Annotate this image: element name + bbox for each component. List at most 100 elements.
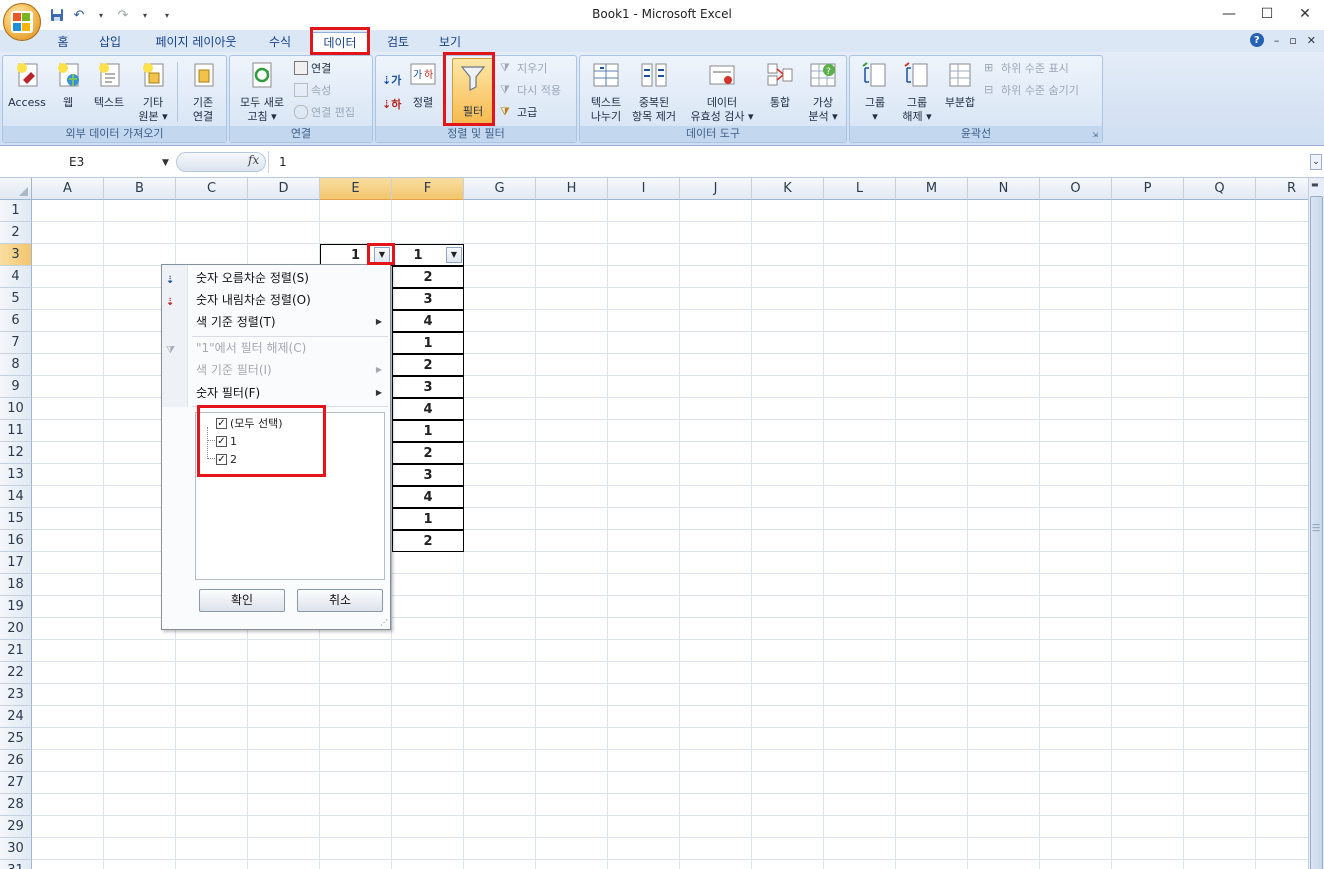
cell[interactable] xyxy=(320,728,392,750)
cell[interactable] xyxy=(680,332,752,354)
cell[interactable] xyxy=(464,838,536,860)
cell[interactable] xyxy=(752,266,824,288)
cell[interactable] xyxy=(1040,398,1112,420)
row-header-19[interactable]: 19 xyxy=(0,596,32,618)
ribbon-restore-icon[interactable]: ▫ xyxy=(1289,34,1296,47)
cell[interactable] xyxy=(464,266,536,288)
row-header-1[interactable]: 1 xyxy=(0,200,32,222)
cell[interactable] xyxy=(1184,838,1256,860)
cell[interactable] xyxy=(680,750,752,772)
row-header-16[interactable]: 16 xyxy=(0,530,32,552)
row-header-31[interactable]: 31 xyxy=(0,860,32,869)
cell[interactable] xyxy=(824,728,896,750)
cell[interactable] xyxy=(248,772,320,794)
cell-f14[interactable]: 4 xyxy=(392,486,464,508)
cell[interactable] xyxy=(896,244,968,266)
remove-duplicates-button[interactable]: 중복된 항목 제거 xyxy=(626,60,682,124)
cell[interactable] xyxy=(968,376,1040,398)
cell[interactable] xyxy=(464,486,536,508)
cell[interactable] xyxy=(608,508,680,530)
other-sources-button[interactable]: 기타 원본 ▾ xyxy=(133,60,173,124)
row-header-2[interactable]: 2 xyxy=(0,222,32,244)
cell[interactable] xyxy=(536,816,608,838)
cell[interactable] xyxy=(896,552,968,574)
cell[interactable] xyxy=(32,772,104,794)
cell[interactable] xyxy=(32,596,104,618)
cell[interactable] xyxy=(464,530,536,552)
cell[interactable] xyxy=(1184,816,1256,838)
cell[interactable] xyxy=(752,354,824,376)
cell[interactable] xyxy=(896,596,968,618)
cell[interactable] xyxy=(824,464,896,486)
cell[interactable] xyxy=(320,200,392,222)
cell[interactable] xyxy=(1112,464,1184,486)
cell[interactable] xyxy=(752,662,824,684)
scroll-up-icon[interactable]: ▬ xyxy=(1311,180,1319,189)
cell[interactable] xyxy=(1184,772,1256,794)
cell[interactable] xyxy=(176,640,248,662)
cell[interactable] xyxy=(968,398,1040,420)
cell[interactable] xyxy=(608,838,680,860)
cell[interactable] xyxy=(464,728,536,750)
consolidate-button[interactable]: 통합 xyxy=(762,60,798,110)
cell[interactable] xyxy=(320,838,392,860)
cell[interactable] xyxy=(968,332,1040,354)
cell[interactable] xyxy=(608,684,680,706)
cell[interactable] xyxy=(1040,222,1112,244)
cell[interactable] xyxy=(1112,530,1184,552)
cell[interactable] xyxy=(608,596,680,618)
cell[interactable] xyxy=(968,596,1040,618)
cell[interactable] xyxy=(896,508,968,530)
cell[interactable] xyxy=(968,816,1040,838)
cell[interactable] xyxy=(968,200,1040,222)
cell[interactable] xyxy=(32,398,104,420)
cell[interactable] xyxy=(752,288,824,310)
cell[interactable] xyxy=(608,376,680,398)
cell[interactable] xyxy=(1256,728,1308,750)
cell[interactable] xyxy=(752,376,824,398)
cell[interactable] xyxy=(1184,244,1256,266)
cell[interactable] xyxy=(1184,442,1256,464)
cell[interactable] xyxy=(968,222,1040,244)
column-header-f[interactable]: F xyxy=(392,178,464,200)
cell[interactable] xyxy=(32,552,104,574)
cell[interactable] xyxy=(536,530,608,552)
text-button[interactable]: 텍스트 xyxy=(87,60,131,110)
sort-za-button[interactable]: ⇣하 xyxy=(382,96,401,112)
column-header-h[interactable]: H xyxy=(536,178,608,200)
sort-descending-item[interactable]: ⇣ 숫자 내림차순 정렬(O) xyxy=(162,289,390,311)
cell[interactable] xyxy=(392,706,464,728)
checkbox-checked-icon[interactable]: ✓ xyxy=(216,453,227,465)
cell[interactable] xyxy=(896,310,968,332)
cell[interactable] xyxy=(1040,266,1112,288)
cell[interactable] xyxy=(1040,860,1112,869)
cell[interactable] xyxy=(752,860,824,869)
cell[interactable] xyxy=(608,486,680,508)
cell[interactable] xyxy=(248,200,320,222)
cell[interactable] xyxy=(1256,222,1308,244)
cell[interactable] xyxy=(320,772,392,794)
web-button[interactable]: 웹 xyxy=(51,60,85,110)
cell[interactable] xyxy=(968,288,1040,310)
cell[interactable] xyxy=(1112,442,1184,464)
cell[interactable] xyxy=(1256,860,1308,869)
cell[interactable] xyxy=(896,200,968,222)
cell[interactable] xyxy=(176,750,248,772)
cell[interactable] xyxy=(1184,354,1256,376)
cell[interactable] xyxy=(824,442,896,464)
cell[interactable] xyxy=(1184,574,1256,596)
cell[interactable] xyxy=(752,398,824,420)
cell[interactable] xyxy=(824,376,896,398)
cell[interactable] xyxy=(392,816,464,838)
cell[interactable] xyxy=(464,222,536,244)
value-checkbox-item[interactable]: ✓ 1 xyxy=(216,433,237,449)
cell[interactable] xyxy=(536,442,608,464)
column-header-q[interactable]: Q xyxy=(1184,178,1256,200)
checkbox-checked-icon[interactable]: ✓ xyxy=(216,417,227,429)
cell[interactable] xyxy=(104,684,176,706)
cell[interactable] xyxy=(608,332,680,354)
cell[interactable] xyxy=(680,530,752,552)
cell[interactable] xyxy=(896,420,968,442)
cell[interactable] xyxy=(968,750,1040,772)
cell[interactable] xyxy=(536,706,608,728)
